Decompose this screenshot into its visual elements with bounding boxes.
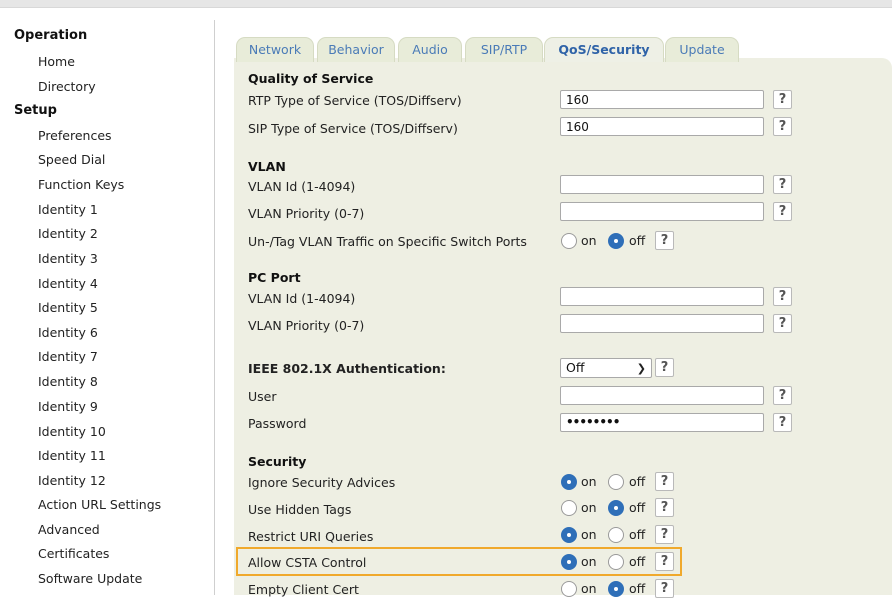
tab-behavior[interactable]: Behavior	[317, 37, 395, 62]
nav-item-identity-9[interactable]: Identity 9	[38, 399, 98, 414]
sip-tos-label: SIP Type of Service (TOS/Diffserv)	[248, 121, 458, 136]
highlight-box	[236, 547, 682, 576]
radio-on-label: on	[581, 500, 597, 515]
nav-section-setup: Setup	[14, 103, 57, 118]
tab-update[interactable]: Update	[665, 37, 739, 62]
nav-section-operation: Operation	[14, 28, 88, 43]
help-icon[interactable]: ?	[655, 231, 674, 250]
nav-item-identity-12[interactable]: Identity 12	[38, 473, 106, 488]
radio-off-label: off	[629, 474, 646, 489]
nav-item-speed-dial[interactable]: Speed Dial	[38, 152, 105, 167]
vlan-untag-label: Un-/Tag VLAN Traffic on Specific Switch …	[248, 234, 527, 249]
radio-off-label: off	[629, 581, 646, 596]
radio-on-label: on	[581, 527, 597, 542]
nav-item-software-update[interactable]: Software Update	[38, 571, 142, 586]
radio-off-label: off	[629, 500, 646, 515]
help-icon[interactable]: ?	[773, 175, 792, 194]
ignore-security-advices-label: Ignore Security Advices	[248, 475, 396, 490]
section-title-ieee-8021x: IEEE 802.1X Authentication:	[248, 361, 446, 376]
help-icon[interactable]: ?	[655, 525, 674, 544]
help-icon[interactable]: ?	[773, 202, 792, 221]
radio-off[interactable]	[608, 233, 624, 249]
section-title-vlan: VLAN	[248, 159, 286, 174]
auth-user-label: User	[248, 389, 277, 404]
auth-password-label: Password	[248, 416, 307, 431]
help-icon[interactable]: ?	[773, 413, 792, 432]
pc-vlan-priority-input[interactable]	[560, 314, 764, 333]
tab-audio[interactable]: Audio	[398, 37, 462, 62]
tab-sip-rtp[interactable]: SIP/RTP	[465, 37, 543, 62]
vlan-id-input[interactable]	[560, 175, 764, 194]
sip-tos-input[interactable]	[560, 117, 764, 136]
top-rule	[0, 0, 892, 8]
radio-on-label: on	[581, 474, 597, 489]
nav-item-home[interactable]: Home	[38, 54, 75, 69]
nav-item-identity-4[interactable]: Identity 4	[38, 276, 98, 291]
nav-item-preferences[interactable]: Preferences	[38, 128, 112, 143]
nav-item-directory[interactable]: Directory	[38, 79, 96, 94]
help-icon[interactable]: ?	[655, 358, 674, 377]
help-icon[interactable]: ?	[773, 287, 792, 306]
help-icon[interactable]: ?	[655, 472, 674, 491]
nav-item-identity-2[interactable]: Identity 2	[38, 226, 98, 241]
pc-vlan-priority-label: VLAN Priority (0-7)	[248, 318, 365, 333]
radio-off-label: off	[629, 233, 646, 248]
vlan-priority-input[interactable]	[560, 202, 764, 221]
help-icon[interactable]: ?	[655, 498, 674, 517]
auth-password-input[interactable]: ••••••••	[560, 413, 764, 432]
sidebar-divider	[214, 20, 215, 595]
help-icon[interactable]: ?	[773, 386, 792, 405]
vlan-id-label: VLAN Id (1-4094)	[248, 179, 356, 194]
nav-item-identity-1[interactable]: Identity 1	[38, 202, 98, 217]
nav-item-identity-10[interactable]: Identity 10	[38, 424, 106, 439]
chevron-down-icon: ❯	[636, 362, 646, 375]
radio-on-label: on	[581, 581, 597, 596]
radio-on[interactable]	[561, 527, 577, 543]
tab-network[interactable]: Network	[236, 37, 314, 62]
tab-qos-security[interactable]: QoS/Security	[544, 37, 664, 62]
nav-item-advanced[interactable]: Advanced	[38, 522, 100, 537]
rtp-tos-input[interactable]	[560, 90, 764, 109]
auth-mode-select[interactable]: Off ❯	[560, 358, 652, 378]
section-title-pc-port: PC Port	[248, 270, 301, 285]
use-hidden-tags-label: Use Hidden Tags	[248, 502, 352, 517]
nav-item-identity-7[interactable]: Identity 7	[38, 349, 98, 364]
nav-item-certificates[interactable]: Certificates	[38, 546, 109, 561]
help-icon[interactable]: ?	[773, 117, 792, 136]
auth-user-input[interactable]	[560, 386, 764, 405]
nav-item-identity-5[interactable]: Identity 5	[38, 300, 98, 315]
nav-item-function-keys[interactable]: Function Keys	[38, 177, 124, 192]
radio-on[interactable]	[561, 500, 577, 516]
rtp-tos-label: RTP Type of Service (TOS/Diffserv)	[248, 93, 462, 108]
auth-mode-value: Off	[566, 360, 585, 375]
help-icon[interactable]: ?	[773, 90, 792, 109]
radio-on[interactable]	[561, 233, 577, 249]
nav-item-identity-8[interactable]: Identity 8	[38, 374, 98, 389]
restrict-uri-queries-label: Restrict URI Queries	[248, 529, 374, 544]
radio-off[interactable]	[608, 527, 624, 543]
radio-off[interactable]	[608, 500, 624, 516]
section-title-security: Security	[248, 454, 307, 469]
nav-item-identity-11[interactable]: Identity 11	[38, 448, 106, 463]
nav-item-identity-6[interactable]: Identity 6	[38, 325, 98, 340]
help-icon[interactable]: ?	[773, 314, 792, 333]
radio-off-label: off	[629, 527, 646, 542]
nav-item-identity-3[interactable]: Identity 3	[38, 251, 98, 266]
radio-off[interactable]	[608, 474, 624, 490]
pc-vlan-id-label: VLAN Id (1-4094)	[248, 291, 356, 306]
vlan-priority-label: VLAN Priority (0-7)	[248, 206, 365, 221]
help-icon[interactable]: ?	[655, 579, 674, 598]
section-title-qos: Quality of Service	[248, 71, 374, 86]
radio-on-label: on	[581, 233, 597, 248]
nav-item-action-url-settings[interactable]: Action URL Settings	[38, 497, 161, 512]
radio-on[interactable]	[561, 474, 577, 490]
pc-vlan-id-input[interactable]	[560, 287, 764, 306]
